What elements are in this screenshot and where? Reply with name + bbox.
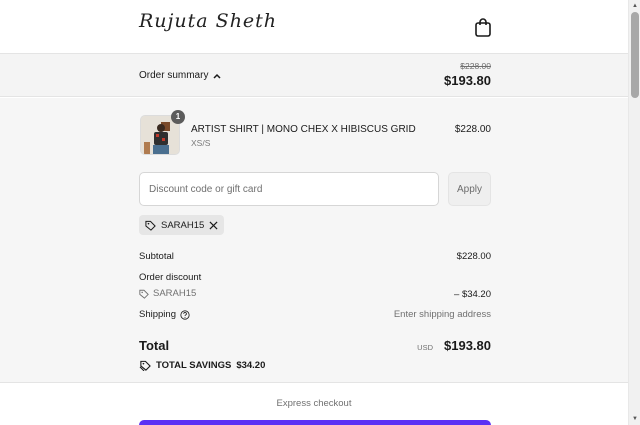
shipping-label: Shipping [139, 309, 176, 320]
total-label: Total [139, 338, 170, 353]
cart-button[interactable] [474, 17, 492, 37]
scrollbar-thumb[interactable] [631, 12, 639, 98]
apply-discount-button[interactable]: Apply [448, 172, 491, 206]
tag-icon [145, 220, 156, 231]
product-price: $228.00 [454, 124, 491, 135]
subtotal-value: $228.00 [456, 251, 491, 262]
quantity-badge: 1 [171, 110, 185, 124]
subtotal-label: Subtotal [139, 251, 174, 262]
applied-discount-code: SARAH15 [161, 219, 205, 231]
order-summary-toggle[interactable]: Order summary [139, 70, 221, 81]
shipping-row: Shipping [139, 309, 190, 320]
checkout-header: Rujuta Sheth [0, 0, 628, 54]
scroll-down-icon[interactable]: ▼ [631, 415, 639, 423]
total-currency: USD [417, 343, 433, 352]
order-discount-label: Order discount [139, 272, 202, 283]
product-variant: XS/S [191, 138, 211, 148]
tag-icon [139, 360, 151, 371]
total-value: $193.80 [444, 338, 491, 353]
scrollbar[interactable]: ▲ ▼ [628, 0, 640, 425]
shipping-value: Enter shipping address [393, 309, 491, 320]
savings-label: TOTAL SAVINGS [156, 360, 232, 371]
order-summary-bar: Order summary $228.00 $193.80 [0, 54, 628, 97]
remove-discount-button[interactable] [209, 220, 218, 230]
savings-value: $34.20 [236, 360, 266, 371]
close-icon [209, 220, 218, 230]
original-price: $228.00 [460, 61, 491, 71]
scroll-up-icon[interactable]: ▲ [631, 2, 639, 10]
chevron-up-icon [213, 73, 221, 79]
tag-icon [139, 289, 149, 299]
order-summary-panel: 1 ARTIST SHIRT | MONO CHEX X HIBISCUS GR… [0, 98, 628, 383]
express-checkout-label: Express checkout [276, 398, 352, 409]
product-name: ARTIST SHIRT | MONO CHEX X HIBISCUS GRID [191, 124, 416, 135]
discount-line: SARAH15 [139, 288, 196, 299]
total-savings: TOTAL SAVINGS $34.20 [139, 360, 265, 371]
order-summary-label: Order summary [139, 70, 209, 81]
brand-logo[interactable]: Rujuta Sheth [139, 10, 277, 32]
discount-line-code: SARAH15 [153, 288, 197, 299]
applied-discount-chip: SARAH15 [139, 215, 225, 235]
express-checkout-button[interactable] [139, 420, 491, 425]
shopping-bag-icon [475, 18, 491, 37]
help-circle-icon[interactable] [180, 309, 190, 320]
discount-code-input[interactable] [139, 172, 439, 206]
discount-amount: – $34.20 [454, 289, 491, 300]
discounted-price: $193.80 [444, 73, 491, 88]
